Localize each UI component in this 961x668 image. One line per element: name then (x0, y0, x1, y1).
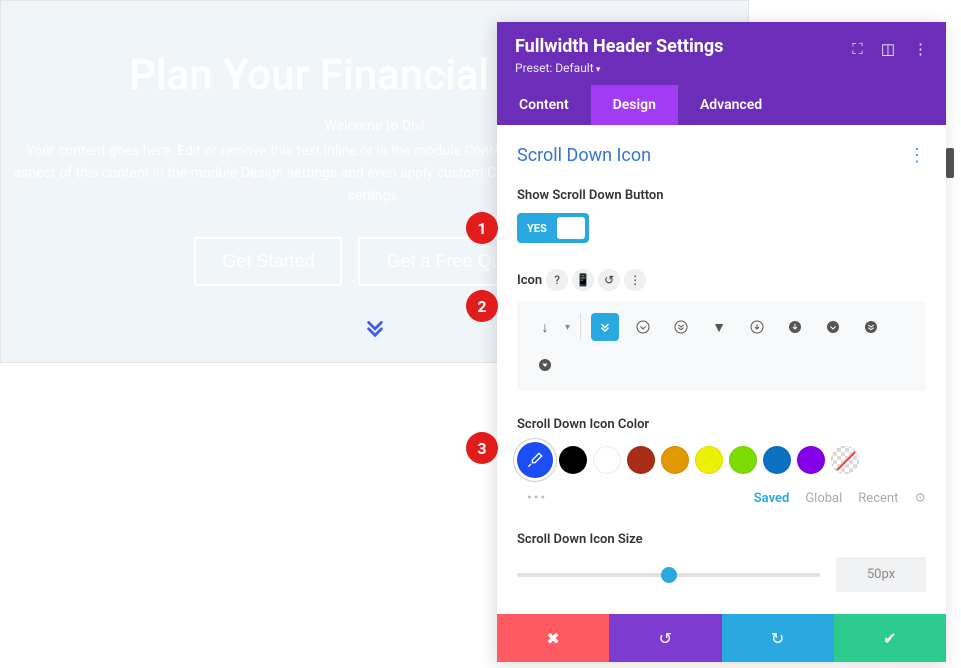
toggle-switch (557, 217, 585, 239)
color-tab-recent[interactable]: Recent (858, 491, 898, 506)
icon-option-arrow-circle-solid[interactable] (781, 313, 809, 341)
preset-selector[interactable]: Preset: Default (515, 61, 928, 75)
callout-2: 2 (466, 290, 498, 322)
toggle-yes-label: YES (517, 222, 557, 235)
swatch-green[interactable] (729, 446, 757, 474)
color-tab-saved[interactable]: Saved (754, 491, 790, 506)
icon-picker: ↓ ▾ ▼ (517, 301, 926, 391)
cancel-button[interactable]: ✖ (497, 614, 609, 662)
swatch-black[interactable] (559, 446, 587, 474)
swatch-purple[interactable] (797, 446, 825, 474)
tabs: Content Design Advanced (497, 85, 946, 125)
show-scroll-label: Show Scroll Down Button (517, 188, 926, 203)
callout-1: 1 (466, 212, 498, 244)
tab-content[interactable]: Content (497, 85, 591, 125)
icon-option-arrow-down[interactable]: ↓ (531, 313, 559, 341)
show-scroll-toggle[interactable]: YES (517, 213, 589, 243)
panel-header: Fullwidth Header Settings Preset: Defaul… (497, 22, 946, 85)
kebab-menu-icon[interactable]: ⋮ (913, 40, 928, 58)
section-menu-icon[interactable]: ⋮ (908, 145, 926, 166)
color-settings-gear-icon[interactable]: ⚙ (914, 491, 926, 506)
settings-panel: Fullwidth Header Settings Preset: Defaul… (497, 22, 946, 662)
swatch-yellow[interactable] (695, 446, 723, 474)
swatch-none[interactable] (831, 446, 859, 474)
icon-color-label: Scroll Down Icon Color (517, 417, 926, 432)
tab-advanced[interactable]: Advanced (678, 85, 784, 125)
redo-button[interactable]: ↻ (722, 614, 834, 662)
icon-option-arrow-circle-outline[interactable] (743, 313, 771, 341)
section-title[interactable]: Scroll Down Icon (517, 145, 651, 166)
icon-option-double-chevron-circle[interactable] (667, 313, 695, 341)
icon-label: Icon (517, 273, 542, 288)
help-icon[interactable]: ? (546, 269, 568, 291)
slider-thumb[interactable] (661, 567, 677, 583)
panel-body: Scroll Down Icon ⋮ Show Scroll Down Butt… (497, 125, 946, 614)
icon-option-double-chevron-circle-solid[interactable] (857, 313, 885, 341)
swatch-white[interactable] (593, 446, 621, 474)
expand-icon[interactable]: ⛶ (852, 40, 863, 58)
icon-option-double-chevron[interactable] (591, 313, 619, 341)
responsive-icon[interactable]: 📱 (572, 269, 594, 291)
icon-option-chevron-circle-outline[interactable] (629, 313, 657, 341)
undo-button[interactable]: ↺ (609, 614, 721, 662)
color-picker-eyedropper[interactable] (517, 442, 553, 478)
color-tab-global[interactable]: Global (805, 491, 842, 506)
icon-size-value[interactable]: 50px (836, 557, 926, 592)
divider (580, 314, 581, 340)
callout-3: 3 (466, 432, 498, 464)
tab-design[interactable]: Design (591, 85, 678, 125)
swatch-orange[interactable] (661, 446, 689, 474)
icon-option-caret-down[interactable]: ▼ (705, 313, 733, 341)
get-started-button[interactable]: Get Started (194, 237, 342, 286)
icon-dropdown-icon[interactable]: ▾ (565, 322, 570, 333)
icon-option-caret-circle-solid[interactable] (531, 351, 559, 379)
swatch-red[interactable] (627, 446, 655, 474)
icon-size-slider[interactable] (517, 573, 820, 577)
save-button[interactable]: ✔ (834, 614, 946, 662)
icon-size-label: Scroll Down Icon Size (517, 532, 926, 547)
icon-menu-icon[interactable]: ⋮ (624, 269, 646, 291)
icon-option-chevron-circle-solid[interactable] (819, 313, 847, 341)
swatch-blue[interactable] (763, 446, 791, 474)
more-colors-icon[interactable]: ••• (517, 490, 547, 506)
color-swatch-row (517, 442, 926, 478)
side-handle[interactable] (946, 148, 954, 178)
hover-icon[interactable]: ↺ (598, 269, 620, 291)
panel-footer: ✖ ↺ ↻ ✔ (497, 614, 946, 662)
columns-icon[interactable]: ◫ (881, 40, 895, 58)
